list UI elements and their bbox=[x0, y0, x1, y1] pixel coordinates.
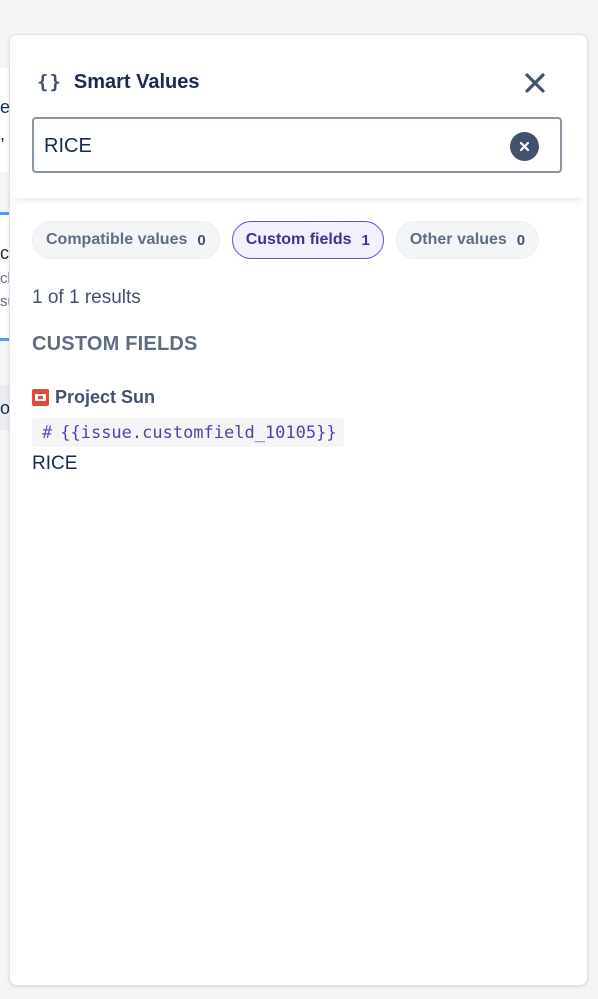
close-icon bbox=[525, 73, 545, 93]
clear-search-button[interactable] bbox=[510, 132, 539, 161]
chip-label: Compatible values bbox=[46, 231, 188, 248]
filter-chips: Compatible values 0 Custom fields 1 Othe… bbox=[32, 221, 540, 259]
number-type-icon: # bbox=[42, 422, 53, 443]
section-title: CUSTOM FIELDS bbox=[32, 333, 198, 355]
project-avatar-icon bbox=[32, 388, 49, 406]
results-count: 1 of 1 results bbox=[32, 287, 141, 308]
project-name: Project Sun bbox=[55, 386, 156, 407]
field-name: RICE bbox=[32, 453, 78, 474]
braces-icon: {} bbox=[37, 71, 62, 93]
panel-title: Smart Values bbox=[73, 70, 200, 93]
title-row: {} Smart Values bbox=[37, 67, 200, 97]
smart-value-chip[interactable]: # {{issue.customfield_10105}} bbox=[32, 418, 344, 447]
search-field[interactable] bbox=[32, 117, 562, 173]
panel-header: {} Smart Values bbox=[10, 35, 587, 198]
filter-compatible-values[interactable]: Compatible values 0 bbox=[32, 221, 220, 259]
chip-label: Other values bbox=[409, 231, 507, 248]
filter-other-values[interactable]: Other values 0 bbox=[395, 221, 540, 259]
search-input[interactable] bbox=[42, 119, 506, 173]
close-button[interactable] bbox=[519, 67, 551, 99]
clear-icon bbox=[519, 141, 530, 152]
chip-count: 0 bbox=[197, 231, 206, 249]
chip-label: Custom fields bbox=[245, 231, 352, 248]
result-item: Project Sun # {{issue.customfield_10105}… bbox=[32, 385, 552, 475]
chip-count: 1 bbox=[361, 231, 370, 249]
project-row: Project Sun bbox=[32, 385, 552, 409]
chip-count: 0 bbox=[516, 231, 526, 249]
filter-custom-fields[interactable]: Custom fields 1 bbox=[231, 221, 384, 259]
smart-values-panel: {} Smart Values Compatible values 0 Cust… bbox=[9, 34, 588, 986]
smart-value-code: {{issue.customfield_10105}} bbox=[60, 422, 337, 443]
